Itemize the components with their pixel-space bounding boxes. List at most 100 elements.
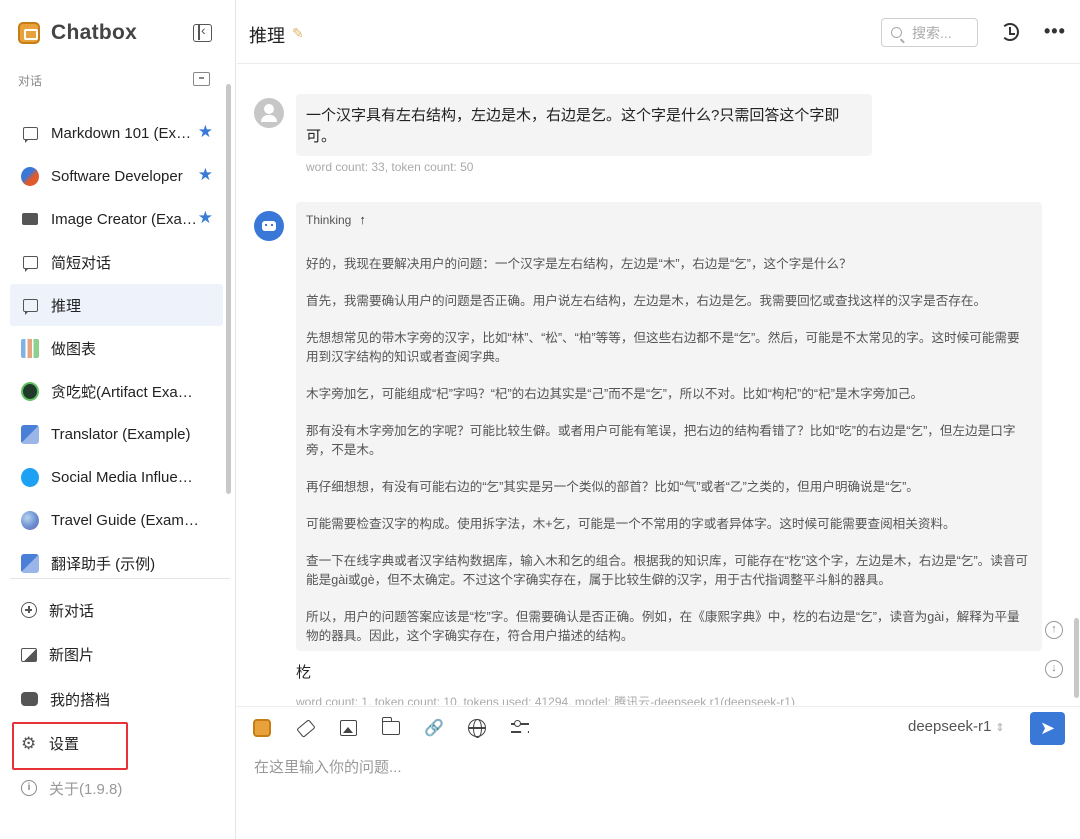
model-selector[interactable]: deepseek-r1 ⇕ xyxy=(908,718,1005,735)
conversation-item-active[interactable]: 推理 xyxy=(10,284,223,326)
section-label: 对话 xyxy=(18,74,43,88)
pencil-icon[interactable]: ✎ xyxy=(292,25,304,42)
conversation-item[interactable]: Software Developer ★ xyxy=(10,155,223,197)
thinking-paragraph: 先想想常见的带木字旁的汉字，比如“林”、“松”、“柏”等等，但这些右边都不是“乞… xyxy=(306,331,1020,364)
thinking-paragraph: 那有没有木字旁加乞的字呢？可能比较生僻。或者用户可能有笔误，把右边的结构看错了？… xyxy=(306,424,1016,457)
chat-bubble-icon xyxy=(21,296,39,315)
user-message: 一个汉字具有左右结构，左边是木，右边是乞。这个字是什么?只需回答这个字即可。 w… xyxy=(296,94,872,174)
conversation-item[interactable]: Translator (Example) xyxy=(10,413,223,455)
sidebar-bottom-nav: 新对话 新图片 我的搭档 ⚙ 设置 i 关于(1.9.8) xyxy=(10,588,223,811)
chatbox-logo-icon[interactable] xyxy=(251,717,273,739)
conversation-label: Software Developer xyxy=(51,167,183,185)
chat-bubble-icon xyxy=(21,253,39,272)
new-image-label: 新图片 xyxy=(49,647,95,665)
sidebar: Chatbox 对话 Markdown 101 (Example) ★ Soft… xyxy=(0,0,236,839)
conversation-list: Markdown 101 (Example) ★ Software Develo… xyxy=(10,112,223,585)
thinking-paragraph: 首先，我需要确认用户的问题是否正确。用户说左右结构，左边是木，右边是乞。我需要回… xyxy=(306,294,987,308)
app-window: Chatbox 对话 Markdown 101 (Example) ★ Soft… xyxy=(0,0,1080,839)
chevron-updown-icon: ⇕ xyxy=(995,722,1005,734)
sidebar-divider xyxy=(10,578,230,579)
star-icon[interactable]: ★ xyxy=(198,165,213,185)
my-partners-label: 我的搭档 xyxy=(50,691,111,709)
thinking-header[interactable]: Thinking ↑ xyxy=(306,212,1032,227)
chatbox-logo-icon xyxy=(18,22,40,44)
scroll-up-icon[interactable]: ↑ xyxy=(1045,621,1063,639)
thinking-paragraph: 木字旁加乞，可能组成“杞”字吗？“杞”的右边其实是“己”而不是“乞”，所以不对。… xyxy=(306,387,924,401)
image-creator-icon xyxy=(21,210,39,228)
thinking-paragraph: 好的，我现在要解决用户的问题：一个汉字是左右结构，左边是“木”，右边是“乞”，这… xyxy=(306,257,852,271)
scroll-down-icon[interactable]: ↓ xyxy=(1045,660,1063,678)
conversation-label: 推理 xyxy=(51,297,82,315)
search-placeholder: 搜索... xyxy=(912,24,952,41)
conversation-label: Image Creator (Example) xyxy=(51,210,199,228)
thinking-paragraph: 再仔细想想，有没有可能右边的“乞”其实是另一个类似的部首？比如“气”或者“乙”之… xyxy=(306,480,919,494)
assistant-message-meta: word count: 1, token count: 10, tokens u… xyxy=(296,695,795,705)
chat-bubble-icon xyxy=(21,124,39,143)
globe-icon[interactable] xyxy=(466,717,488,739)
collapse-sidebar-icon[interactable] xyxy=(193,22,212,42)
assistant-answer: 杚 xyxy=(296,664,312,681)
conversation-label: 贪吃蛇(Artifact Example) xyxy=(51,383,199,401)
search-input[interactable]: 搜索... xyxy=(881,18,978,47)
thinking-paragraph: 查一下在线字典或者汉字结构数据库，输入木和乞的组合。根据我的知识库，可能存在“杚… xyxy=(306,554,1029,587)
model-name: deepseek-r1 xyxy=(908,718,992,735)
collapse-arrow-icon[interactable]: ↑ xyxy=(359,212,366,227)
chat-title: 推理 xyxy=(249,26,285,46)
globe-avatar-icon xyxy=(21,510,39,530)
composer: 🔗 deepseek-r1 ⇕ ➤ 在这里输入你的问题... xyxy=(237,706,1080,839)
snake-avatar-icon xyxy=(21,381,39,401)
new-image-button[interactable]: 新图片 xyxy=(10,633,223,678)
chat-scrollbar[interactable] xyxy=(1074,618,1079,698)
star-icon[interactable]: ★ xyxy=(198,122,213,142)
conversation-item[interactable]: Travel Guide (Example) xyxy=(10,499,223,541)
conversation-label: Translator (Example) xyxy=(51,425,191,443)
history-icon[interactable] xyxy=(1001,23,1019,41)
info-icon: i xyxy=(21,780,37,797)
plus-circle-icon xyxy=(21,602,37,619)
twitter-avatar-icon xyxy=(21,467,39,487)
user-message-text: 一个汉字具有左右结构，左边是木，右边是乞。这个字是什么?只需回答这个字即可。 xyxy=(306,107,840,145)
translator-avatar-icon xyxy=(21,553,39,573)
new-image-icon xyxy=(21,647,37,662)
folder-icon[interactable] xyxy=(380,717,402,739)
conversation-item[interactable]: Social Media Influencer (Example) xyxy=(10,456,223,498)
my-partners-button[interactable]: 我的搭档 xyxy=(10,677,223,722)
conversation-item[interactable]: 贪吃蛇(Artifact Example) xyxy=(10,370,223,412)
chart-avatar-icon xyxy=(21,338,39,358)
about-label: 关于(1.9.8) xyxy=(49,780,123,798)
link-icon[interactable]: 🔗 xyxy=(423,717,445,739)
archive-icon[interactable] xyxy=(193,72,210,86)
conversation-label: Social Media Influencer (Example) xyxy=(51,468,199,486)
star-icon[interactable]: ★ xyxy=(198,208,213,228)
thinking-label: Thinking xyxy=(306,213,352,227)
brand: Chatbox xyxy=(18,18,137,48)
more-options-icon[interactable]: ••• xyxy=(1044,21,1066,42)
conversation-item[interactable]: 做图表 xyxy=(10,327,223,369)
conversation-label: 翻译助手 (示例) xyxy=(51,555,156,573)
eraser-icon[interactable] xyxy=(295,717,317,739)
conversation-label: Travel Guide (Example) xyxy=(51,511,199,529)
user-avatar xyxy=(254,98,284,128)
thinking-block: Thinking ↑ 好的，我现在要解决用户的问题：一个汉字是左右结构，左边是“木… xyxy=(296,202,1042,651)
conversation-item[interactable]: Markdown 101 (Example) ★ xyxy=(10,112,223,154)
sidebar-scrollbar[interactable] xyxy=(226,84,231,494)
settings-sliders-icon[interactable] xyxy=(509,717,531,739)
app-name: Chatbox xyxy=(51,21,138,44)
thinking-paragraph: 可能需要检查汉字的构成。使用拆字法，木+乞，可能是一个不常用的字或者异体字。这时… xyxy=(306,517,956,531)
send-icon: ➤ xyxy=(1039,718,1056,738)
thinking-paragraph: 所以，用户的问题答案应该是“杚”字。但需要确认是否正确。例如，在《康熙字典》中，… xyxy=(306,610,1020,643)
new-chat-label: 新对话 xyxy=(49,602,95,620)
conversation-label: 简短对话 xyxy=(51,254,112,272)
search-icon xyxy=(891,27,902,38)
conversation-item[interactable]: Image Creator (Example) ★ xyxy=(10,198,223,240)
robot-icon xyxy=(21,692,38,707)
send-button[interactable]: ➤ xyxy=(1030,712,1065,745)
about-button[interactable]: i 关于(1.9.8) xyxy=(10,766,223,811)
developer-avatar-icon xyxy=(21,166,39,186)
image-icon[interactable] xyxy=(337,717,359,739)
message-input[interactable]: 在这里输入你的问题... xyxy=(254,756,402,777)
conversation-item[interactable]: 简短对话 xyxy=(10,241,223,283)
new-chat-button[interactable]: 新对话 xyxy=(10,588,223,633)
message-list: 一个汉字具有左右结构，左边是木，右边是乞。这个字是什么?只需回答这个字即可。 w… xyxy=(237,65,1080,705)
conversation-label: Markdown 101 (Example) xyxy=(51,124,199,142)
